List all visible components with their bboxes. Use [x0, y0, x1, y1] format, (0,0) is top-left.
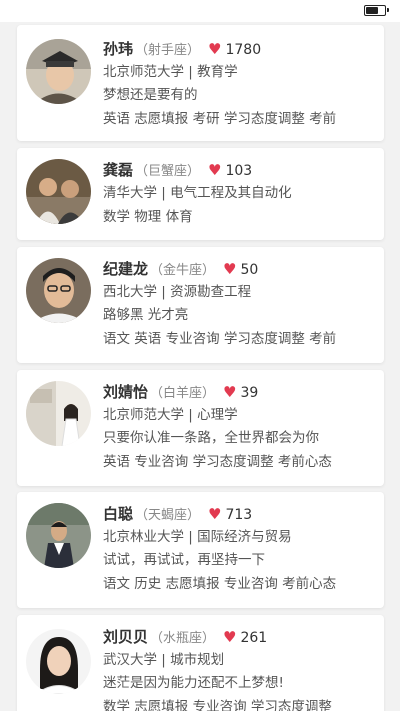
- motto: 迷茫是因为能力还配不上梦想!: [103, 675, 284, 691]
- topic-tags: 数学 志愿填报 专业咨询 学习态度调整: [103, 699, 332, 711]
- zodiac-sign: （白羊座）: [150, 386, 216, 401]
- mentor-card[interactable]: 龚磊 （巨蟹座） ♥ 103 清华大学 | 电气工程及其自动化 数学 物理 体育: [17, 148, 384, 240]
- mentor-card[interactable]: 白聪 （天蝎座） ♥ 713 北京林业大学 | 国际经济与贸易 试试，再试试，再坚持一…: [17, 492, 384, 608]
- zodiac-sign: （水瓶座）: [150, 631, 216, 646]
- heart-icon[interactable]: ♥: [223, 257, 236, 281]
- heart-icon[interactable]: ♥: [208, 158, 221, 182]
- avatar: [26, 503, 91, 568]
- like-count: 713: [225, 507, 253, 523]
- name-row: 孙玮 （射手座） ♥ 1780: [103, 37, 378, 61]
- name-row: 刘贝贝 （水瓶座） ♥ 261: [103, 625, 378, 649]
- name-row: 纪建龙 （金牛座） ♥ 50: [103, 257, 378, 281]
- mentor-name: 刘婧怡: [103, 383, 149, 401]
- topic-tags: 英语 专业咨询 学习态度调整 考前心态: [103, 454, 332, 470]
- school-major: 清华大学 | 电气工程及其自动化: [103, 185, 292, 201]
- zodiac-sign: （金牛座）: [150, 263, 216, 278]
- school-major: 北京师范大学 | 心理学: [103, 407, 238, 423]
- heart-icon[interactable]: ♥: [223, 380, 236, 404]
- avatar: [26, 258, 91, 323]
- name-row: 龚磊 （巨蟹座） ♥ 103: [103, 158, 378, 182]
- zodiac-sign: （天蝎座）: [135, 508, 201, 523]
- motto: 只要你认准一条路，全世界都会为你: [103, 430, 319, 446]
- mentor-name: 龚磊: [103, 161, 134, 179]
- like-count: 39: [240, 385, 259, 401]
- mentor-name: 刘贝贝: [103, 628, 149, 646]
- battery-fill: [366, 7, 378, 14]
- school-major: 武汉大学 | 城市规划: [103, 652, 225, 668]
- like-count: 103: [225, 163, 253, 179]
- motto: 梦想还是要有的: [103, 87, 198, 103]
- avatar: [26, 629, 91, 694]
- mentor-name: 孙玮: [103, 40, 134, 58]
- motto: 路够黑 光才亮: [103, 307, 189, 323]
- like-count: 50: [240, 262, 259, 278]
- topic-tags: 英语 志愿填报 考研 学习态度调整 考前: [103, 111, 337, 127]
- name-row: 刘婧怡 （白羊座） ♥ 39: [103, 380, 378, 404]
- like-count: 1780: [225, 42, 262, 58]
- avatar: [26, 39, 91, 104]
- battery-icon: [364, 5, 389, 16]
- mentor-card[interactable]: 刘婧怡 （白羊座） ♥ 39 北京师范大学 | 心理学 只要你认准一条路，全世界都会为…: [17, 370, 384, 486]
- school-major: 北京师范大学 | 教育学: [103, 64, 238, 80]
- topic-tags: 语文 英语 专业咨询 学习态度调整 考前: [103, 331, 337, 347]
- mentor-name: 纪建龙: [103, 260, 149, 278]
- school-major: 西北大学 | 资源勘查工程: [103, 284, 252, 300]
- topic-tags: 语文 历史 志愿填报 专业咨询 考前心态: [103, 576, 337, 592]
- heart-icon[interactable]: ♥: [208, 37, 221, 61]
- avatar: [26, 381, 91, 446]
- topic-tags: 数学 物理 体育: [103, 209, 193, 225]
- like-count: 261: [240, 630, 268, 646]
- mentor-card[interactable]: 孙玮 （射手座） ♥ 1780 北京师范大学 | 教育学 梦想还是要有的 英语 志愿填…: [17, 25, 384, 141]
- mentor-card[interactable]: 纪建龙 （金牛座） ♥ 50 西北大学 | 资源勘查工程 路够黑 光才亮 语文 英语 …: [17, 247, 384, 363]
- avatar: [26, 159, 91, 224]
- mentor-card[interactable]: 刘贝贝 （水瓶座） ♥ 261 武汉大学 | 城市规划 迷茫是因为能力还配不上梦想! …: [17, 615, 384, 711]
- status-bar: [0, 0, 400, 22]
- motto: 试试，再试试，再坚持一下: [103, 552, 265, 568]
- mentor-name: 白聪: [103, 505, 134, 523]
- school-major: 北京林业大学 | 国际经济与贸易: [103, 529, 292, 545]
- name-row: 白聪 （天蝎座） ♥ 713: [103, 502, 378, 526]
- heart-icon[interactable]: ♥: [223, 625, 236, 649]
- zodiac-sign: （巨蟹座）: [135, 164, 201, 179]
- heart-icon[interactable]: ♥: [208, 502, 221, 526]
- zodiac-sign: （射手座）: [135, 43, 201, 58]
